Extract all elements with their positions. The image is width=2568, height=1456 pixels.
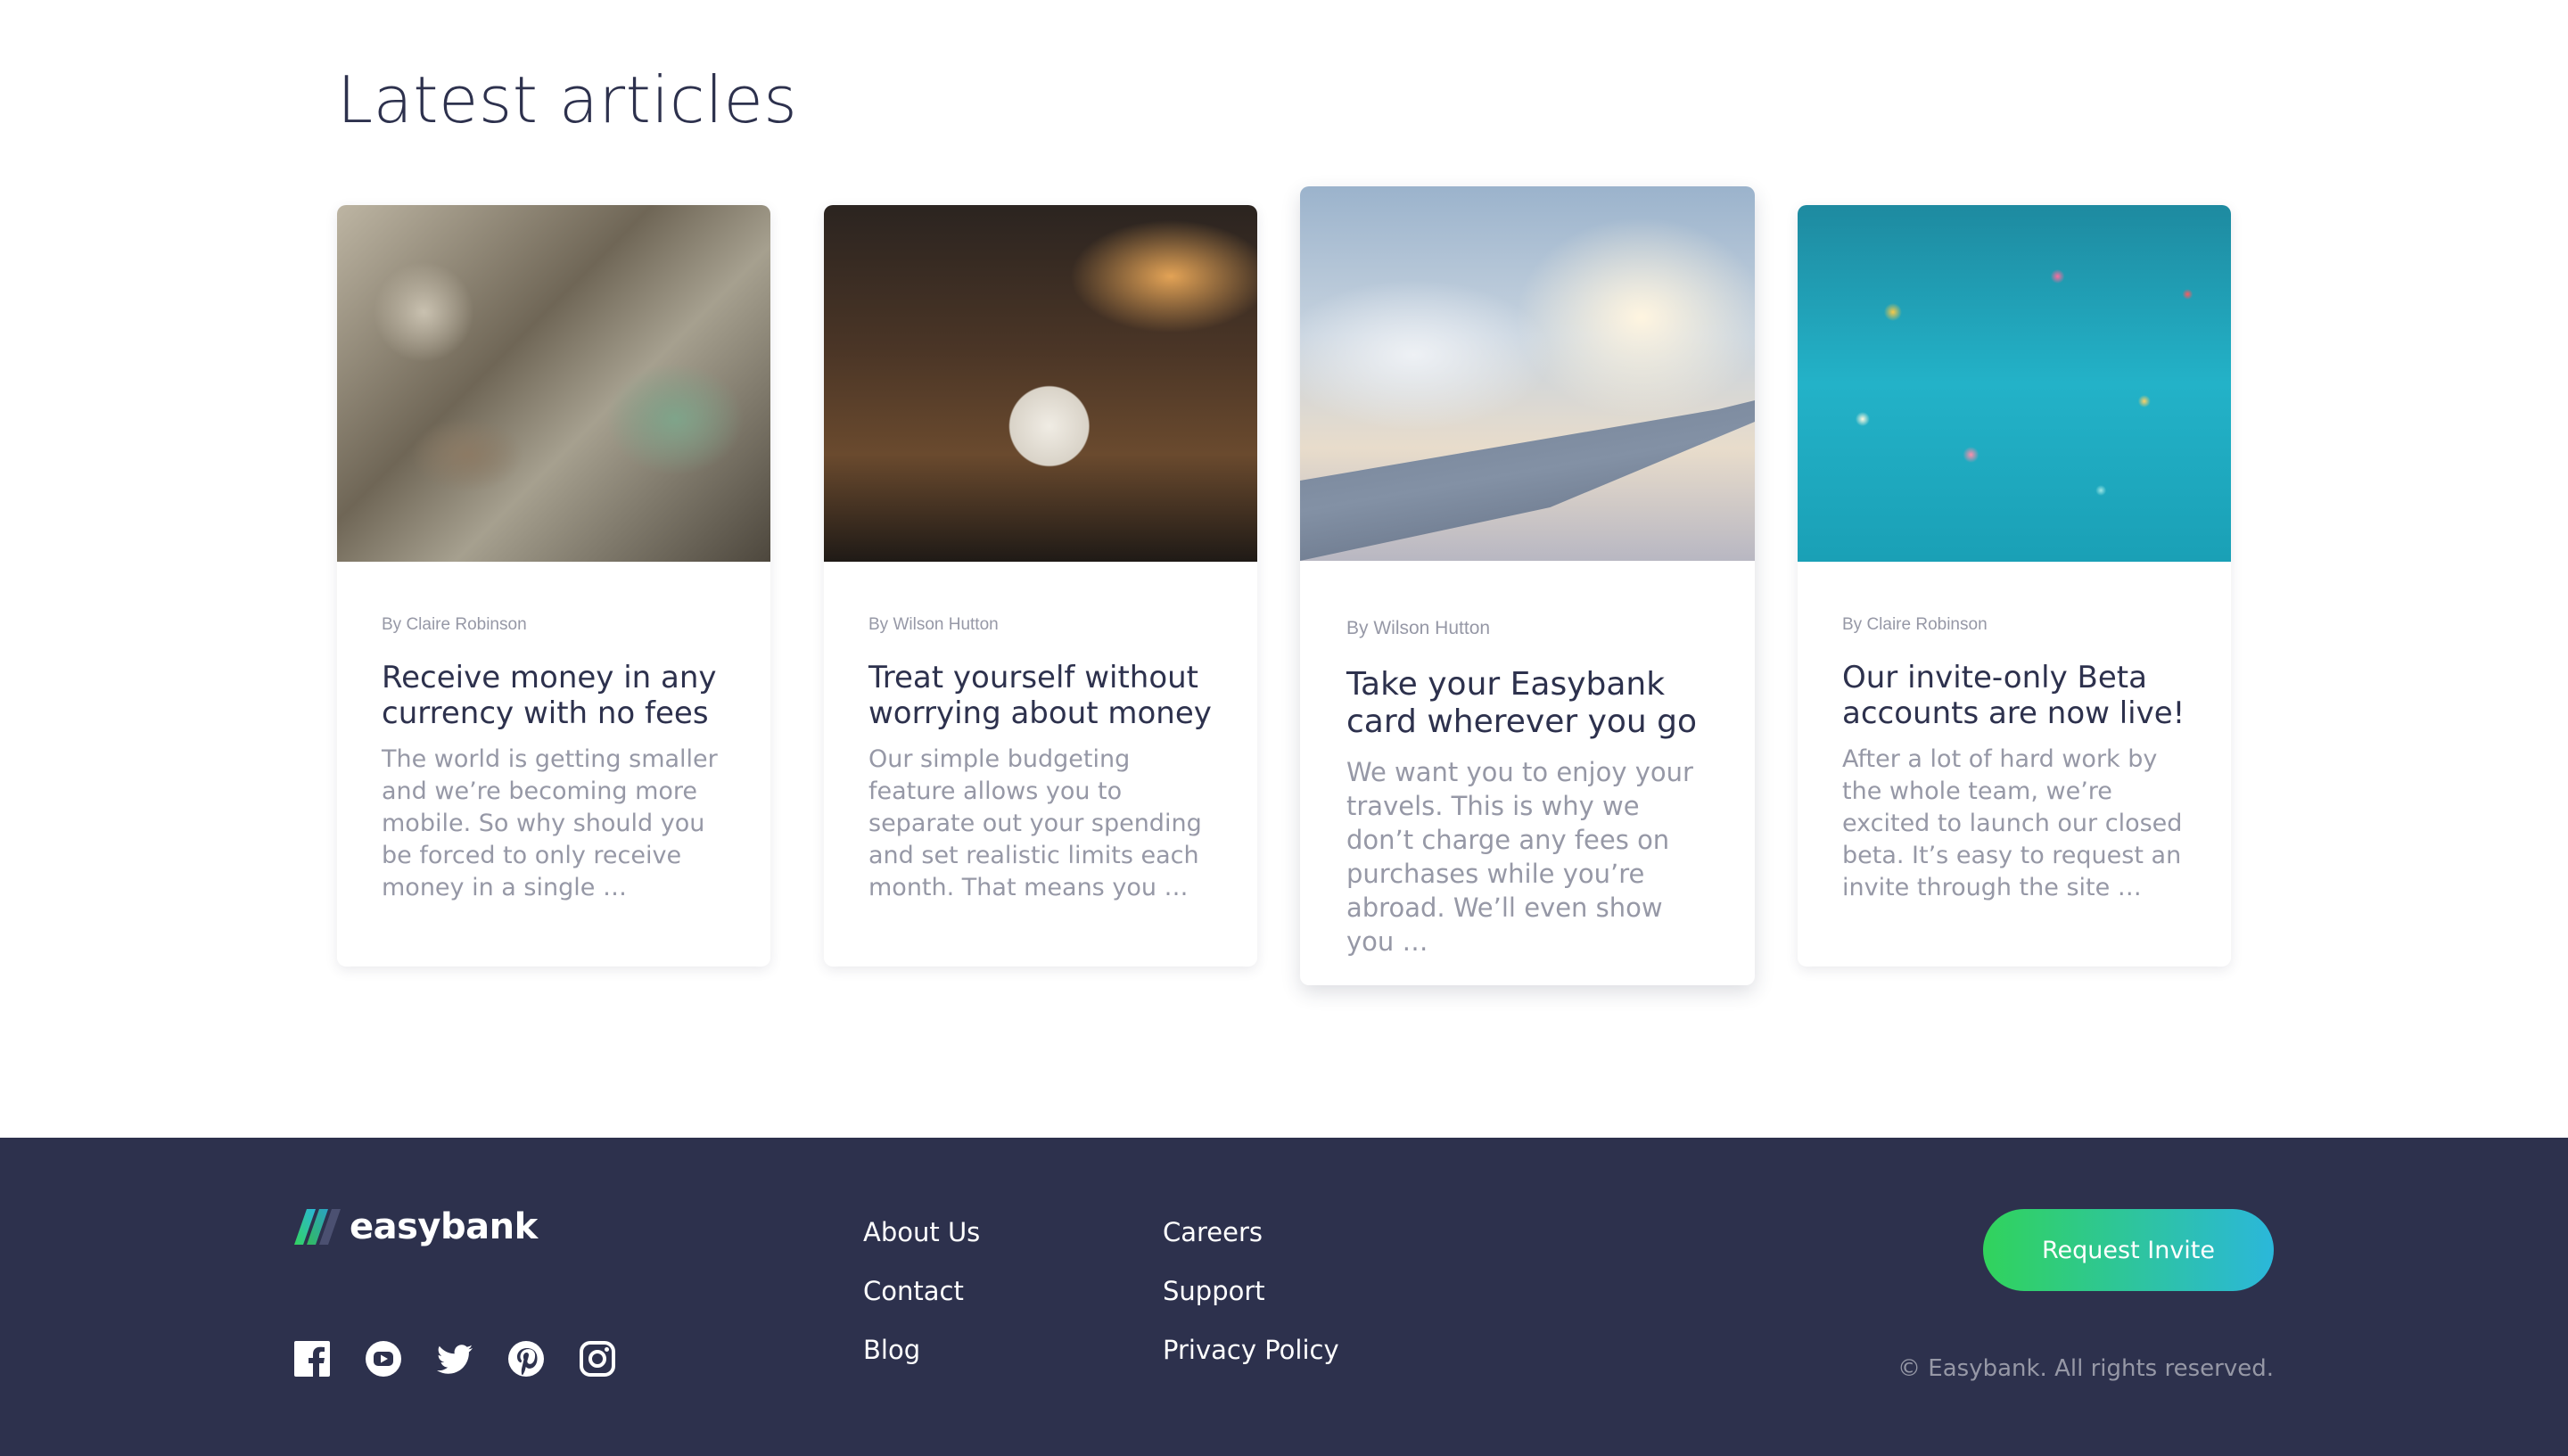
instagram-icon[interactable]	[580, 1341, 615, 1377]
facebook-icon[interactable]	[294, 1341, 330, 1377]
request-invite-button[interactable]: Request Invite	[1983, 1209, 2274, 1291]
footer-link-blog[interactable]: Blog	[863, 1337, 980, 1363]
section-title: Latest articles	[337, 62, 798, 137]
article-card[interactable]: By Claire Robinson Receive money in any …	[337, 205, 770, 967]
article-excerpt: We want you to enjoy your travels. This …	[1346, 757, 1693, 957]
youtube-icon[interactable]	[366, 1341, 401, 1377]
logo-text: easybank	[350, 1206, 538, 1247]
article-author: By Claire Robinson	[1842, 615, 1988, 634]
banknotes-photo	[337, 205, 770, 562]
article-author: By Claire Robinson	[382, 615, 527, 634]
logo-mark-icon	[294, 1209, 341, 1245]
article-excerpt: Our simple budgeting feature allows you …	[868, 745, 1202, 901]
article-title[interactable]: Our invite-only Beta accounts are now li…	[1842, 660, 2186, 731]
footer-link-privacy-policy[interactable]: Privacy Policy	[1163, 1337, 1339, 1363]
copyright-text: © Easybank. All rights reserved.	[1897, 1355, 2274, 1382]
article-excerpt: After a lot of hard work by the whole te…	[1842, 745, 2183, 901]
article-title[interactable]: Treat yourself without worrying about mo…	[868, 660, 1213, 731]
footer-links-secondary: Careers Support Privacy Policy	[1163, 1220, 1339, 1363]
article-card[interactable]: By Wilson Hutton Take your Easybank card…	[1300, 186, 1755, 985]
site-footer: easybank About Us Contact Blog Careers S…	[0, 1138, 2568, 1456]
confetti-photo	[1798, 205, 2231, 562]
article-card[interactable]: By Wilson Hutton Treat yourself without …	[824, 205, 1257, 967]
footer-link-contact[interactable]: Contact	[863, 1279, 980, 1304]
article-title[interactable]: Take your Easybank card wherever you go	[1346, 666, 1708, 741]
airplane-wing-photo	[1300, 186, 1755, 561]
twitter-icon[interactable]	[437, 1341, 473, 1377]
footer-link-support[interactable]: Support	[1163, 1279, 1339, 1304]
restaurant-plate-photo	[824, 205, 1257, 562]
airplane-wing-shape	[1300, 400, 1755, 561]
article-author: By Wilson Hutton	[1346, 618, 1491, 638]
article-title[interactable]: Receive money in any currency with no fe…	[382, 660, 726, 731]
article-author: By Wilson Hutton	[868, 615, 999, 634]
footer-link-careers[interactable]: Careers	[1163, 1220, 1339, 1246]
footer-link-about-us[interactable]: About Us	[863, 1220, 980, 1246]
article-excerpt: The world is getting smaller and we’re b…	[382, 745, 718, 901]
pinterest-icon[interactable]	[508, 1341, 544, 1377]
article-card[interactable]: By Claire Robinson Our invite-only Beta …	[1798, 205, 2231, 967]
footer-logo[interactable]: easybank	[294, 1206, 538, 1247]
social-links	[294, 1341, 615, 1377]
footer-links-primary: About Us Contact Blog	[863, 1220, 980, 1363]
